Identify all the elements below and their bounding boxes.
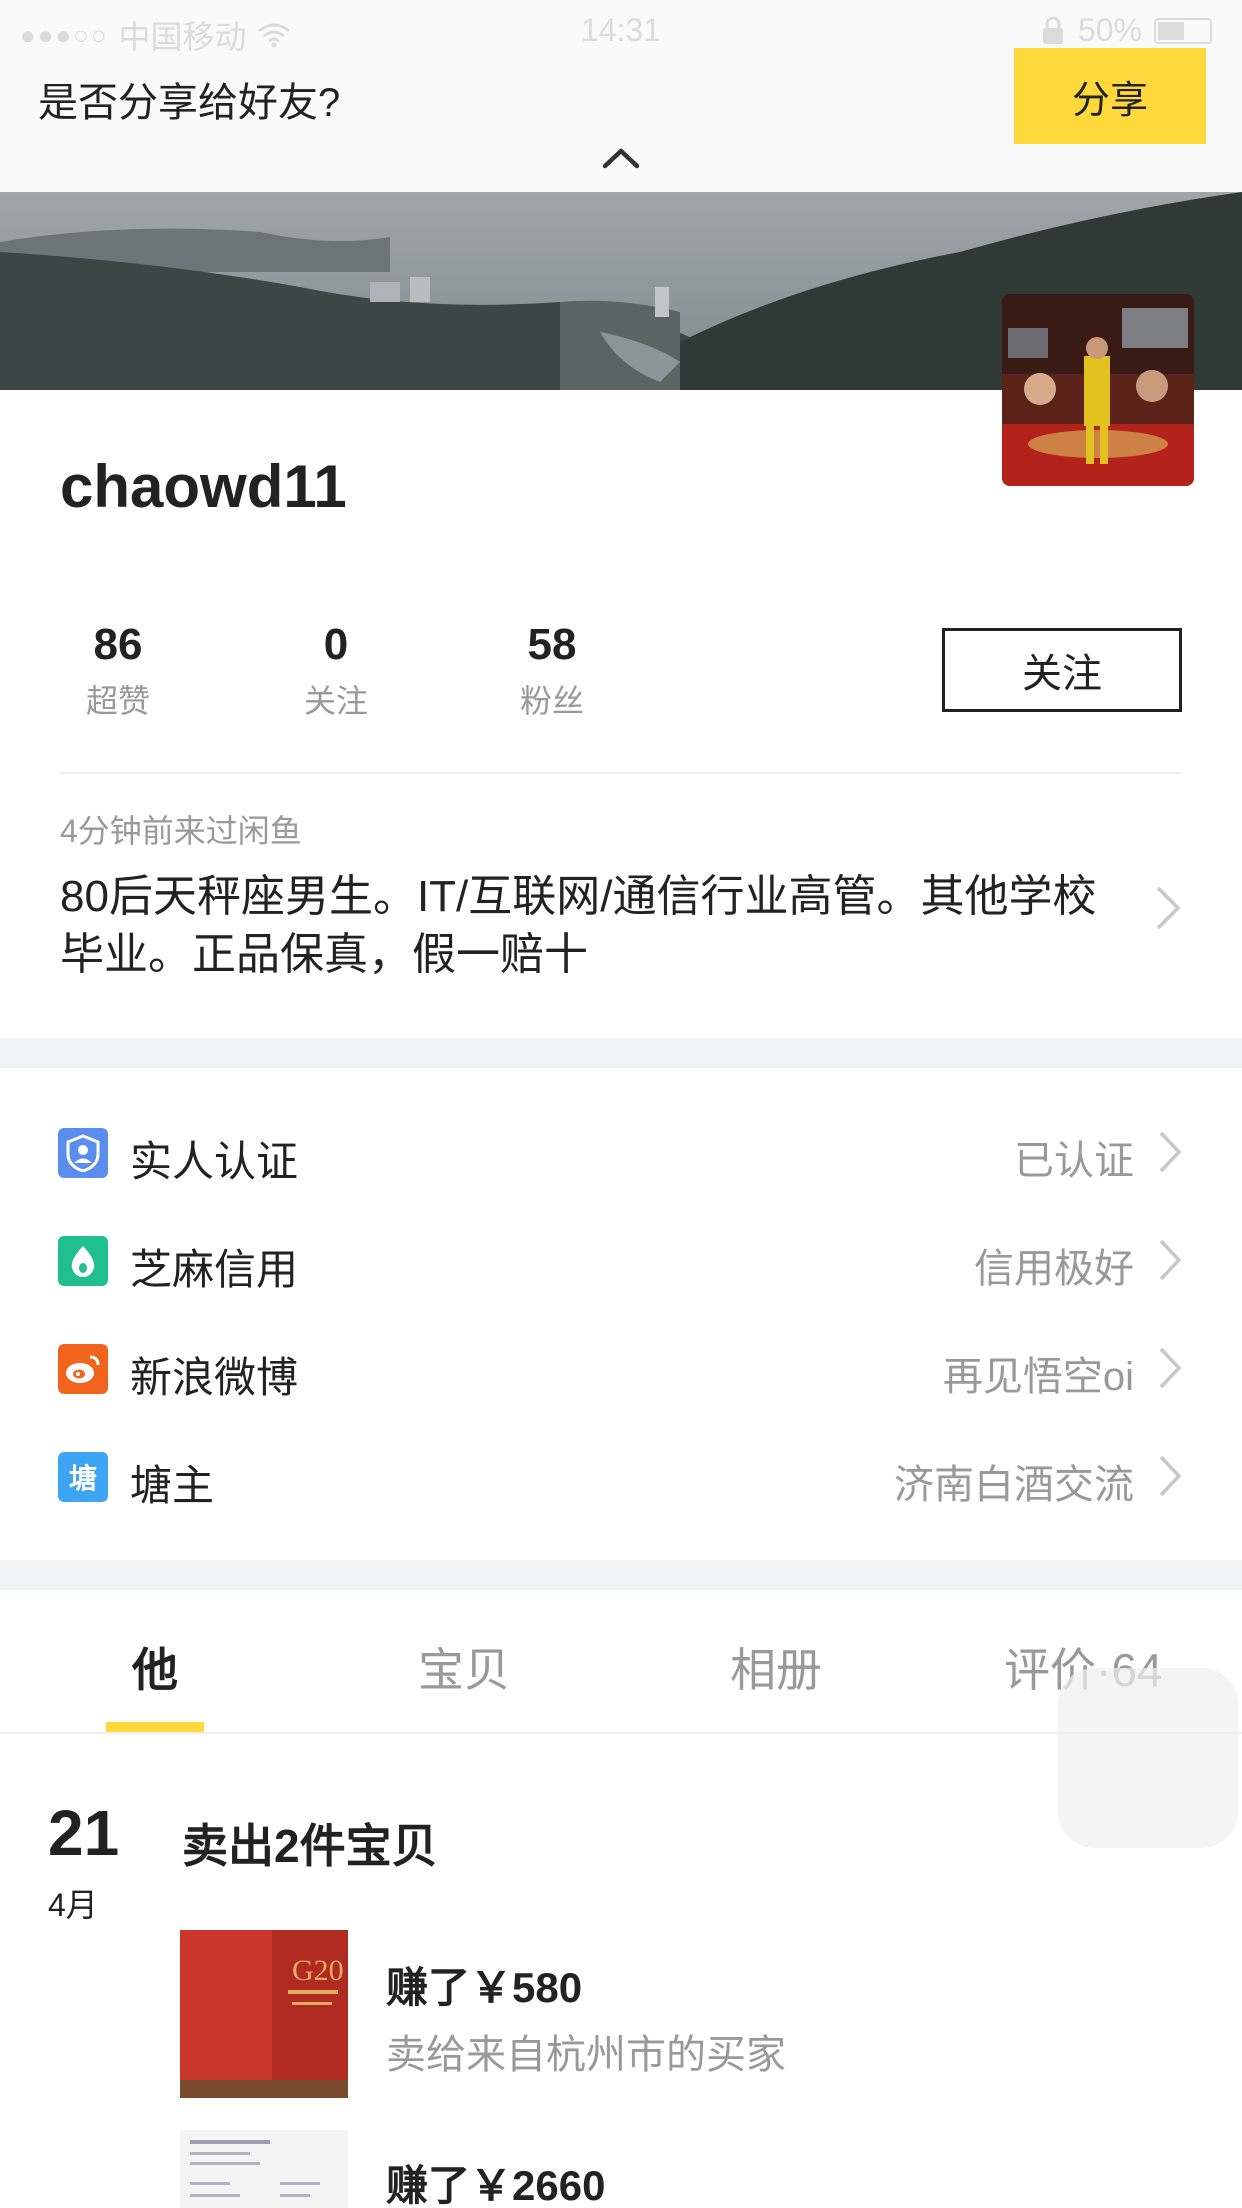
sold-item-image[interactable]: G20 [180,1930,348,2098]
stat-value: 0 [323,620,349,669]
share-button[interactable]: 分享 [1014,48,1206,144]
item-earned: 赚了￥2660 [386,2162,606,2208]
item-earned: 赚了￥580 [386,1964,583,2011]
chevron-right-icon [1159,1455,1182,1497]
tab-him[interactable]: 他 [132,1634,178,1700]
verify-label: 塘主 [130,1462,215,1509]
tab-album[interactable]: 相册 [730,1634,822,1700]
stat-following[interactable]: 0 关注 [256,620,416,722]
stat-value: 86 [93,620,143,669]
active-tab-indicator [106,1722,204,1732]
svg-text:G20: G20 [292,1954,344,1987]
weibo-icon [58,1344,108,1394]
verify-row-real-person[interactable]: 实人认证 已认证 [0,1098,1242,1206]
sesame-credit-icon [58,1236,108,1286]
last-visit-text: 4分钟前来过闲鱼 [60,813,302,849]
battery-icon [1154,17,1212,44]
sold-item-image[interactable] [180,2130,348,2208]
tab-items[interactable]: 宝贝 [418,1634,510,1700]
verify-label: 新浪微博 [130,1354,299,1401]
verify-label: 芝麻信用 [130,1246,299,1293]
share-prompt: 是否分享给好友? [38,81,341,125]
timeline-month: 4月 [48,1887,98,1923]
follow-button[interactable]: 关注 [942,628,1182,712]
username: chaowd11 [60,453,347,520]
status-bar: ●●●○○ 中国移动 14:31 50% [0,0,1242,60]
chevron-right-icon [1159,1131,1182,1173]
verify-value: 再见悟空oi [942,1355,1134,1399]
profile-tabs: 他 宝贝 相册 评价·64 [0,1592,1242,1734]
real-person-icon [58,1128,108,1178]
verify-row-pond-owner[interactable]: 塘 塘主 济南白酒交流 [0,1422,1242,1530]
avatar[interactable] [1002,294,1194,486]
stat-likes[interactable]: 86 超赞 [38,620,198,722]
bio-text[interactable]: 80后天秤座男生。IT/互联网/通信行业高管。其他学校毕业。正品保真，假一赔十 [60,868,1120,984]
divider [60,772,1182,774]
chevron-up-icon[interactable] [601,146,641,170]
verify-row-weibo[interactable]: 新浪微博 再见悟空oi [0,1314,1242,1422]
floating-assistive-button[interactable] [1058,1668,1238,1848]
section-separator [0,1560,1242,1590]
stat-label: 粉丝 [519,683,584,719]
orientation-lock-icon [1042,16,1063,44]
verify-value: 信用极好 [974,1247,1134,1291]
pond-icon: 塘 [58,1452,108,1502]
timeline-event-title: 卖出2件宝贝 [182,1820,438,1872]
chevron-right-icon[interactable] [1154,884,1182,932]
stat-fans[interactable]: 58 粉丝 [472,620,632,722]
verify-value: 济南白酒交流 [894,1463,1134,1507]
verify-label: 实人认证 [130,1138,299,1185]
timeline-day: 21 [48,1797,120,1869]
verify-row-sesame-credit[interactable]: 芝麻信用 信用极好 [0,1206,1242,1314]
stat-label: 超赞 [85,683,150,719]
verify-value: 已认证 [1014,1139,1134,1183]
chevron-right-icon [1159,1347,1182,1389]
battery-percent: 50% [1077,12,1142,48]
stat-label: 关注 [303,683,368,719]
section-separator [0,1038,1242,1068]
status-bar-right: 50% [1040,12,1212,49]
item-buyer: 卖给来自杭州市的买家 [386,2033,786,2077]
chevron-right-icon [1159,1239,1182,1281]
stat-value: 58 [527,620,577,669]
